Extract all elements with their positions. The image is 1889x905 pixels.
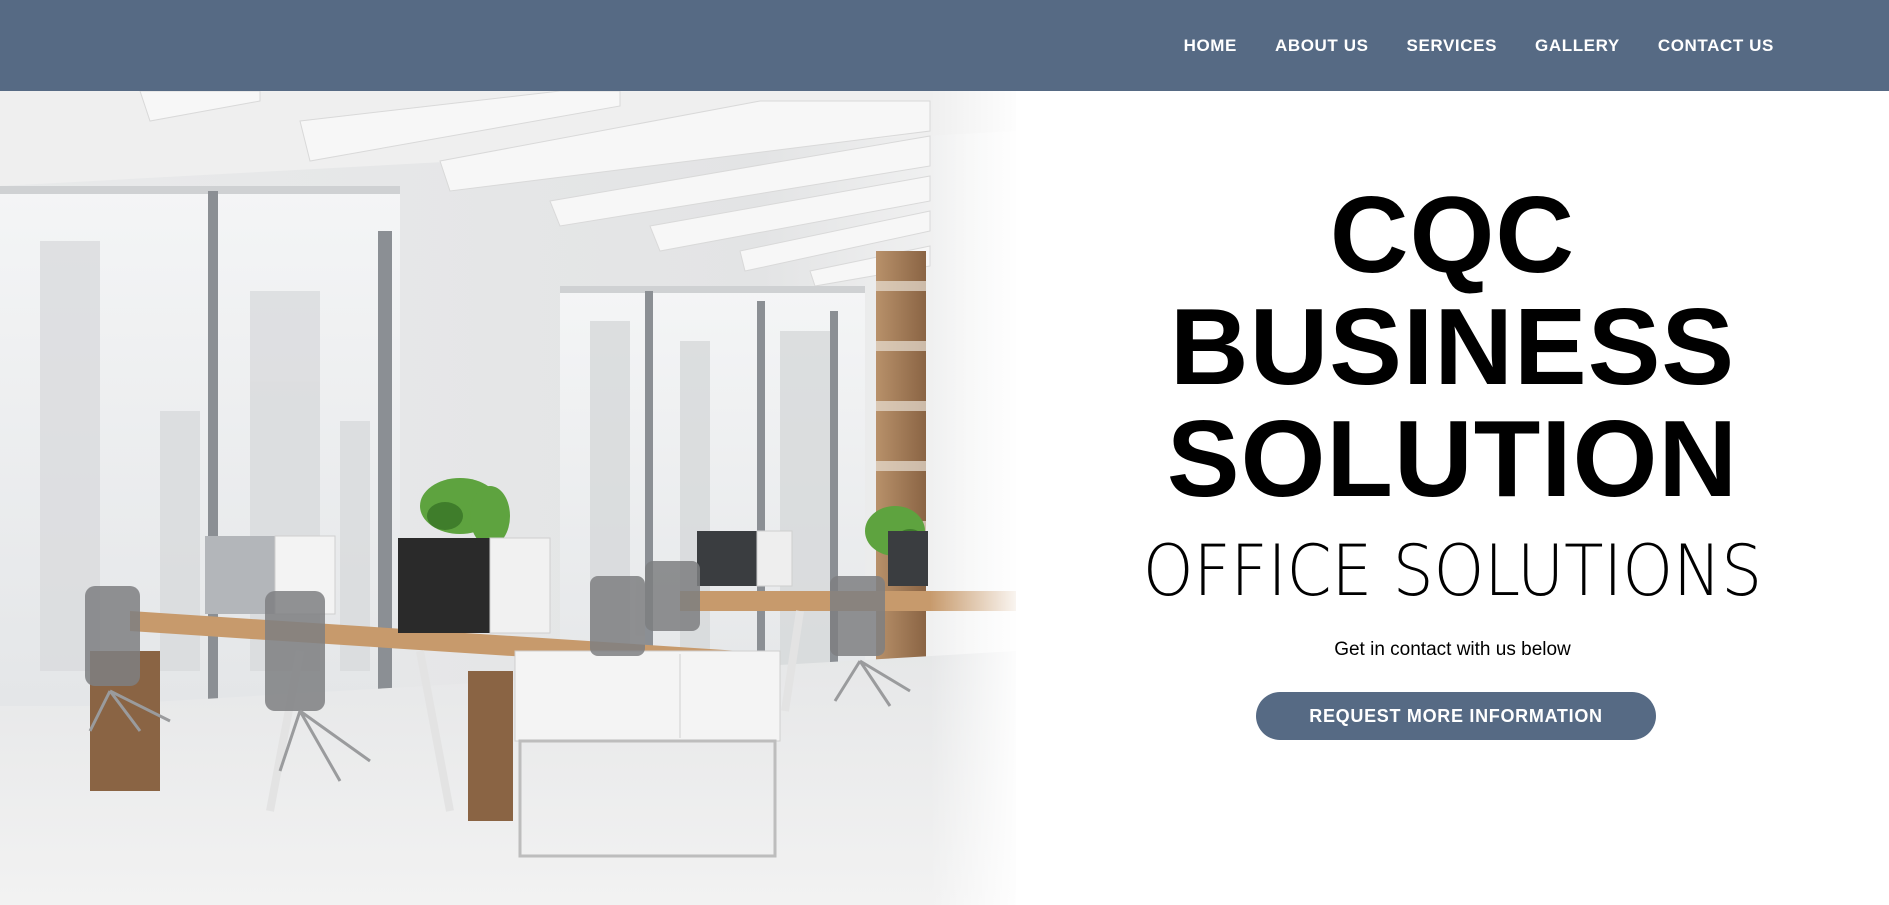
hero-tagline: Get in contact with us below [1334, 639, 1571, 660]
hero-office-image [0, 91, 1016, 905]
title-line-3: SOLUTION [1166, 398, 1739, 520]
nav-services[interactable]: SERVICES [1407, 36, 1497, 56]
hero-content: CQC BUSINESS SOLUTION OFFICE SOLUTIONS G… [1016, 91, 1889, 905]
request-more-information-button[interactable]: REQUEST MORE INFORMATION [1256, 692, 1656, 740]
hero-title: CQC BUSINESS SOLUTION [1016, 179, 1889, 515]
main-nav: HOME ABOUT US SERVICES GALLERY CONTACT U… [1146, 0, 1774, 91]
top-navigation-bar: HOME ABOUT US SERVICES GALLERY CONTACT U… [0, 0, 1889, 91]
nav-gallery[interactable]: GALLERY [1535, 36, 1620, 56]
nav-home[interactable]: HOME [1184, 36, 1237, 56]
hero-subtitle: OFFICE SOLUTIONS [1142, 530, 1763, 612]
nav-contact-us[interactable]: CONTACT US [1658, 36, 1774, 56]
nav-about-us[interactable]: ABOUT US [1275, 36, 1369, 56]
title-line-1: CQC [1329, 174, 1576, 296]
title-line-2: BUSINESS [1169, 286, 1736, 408]
